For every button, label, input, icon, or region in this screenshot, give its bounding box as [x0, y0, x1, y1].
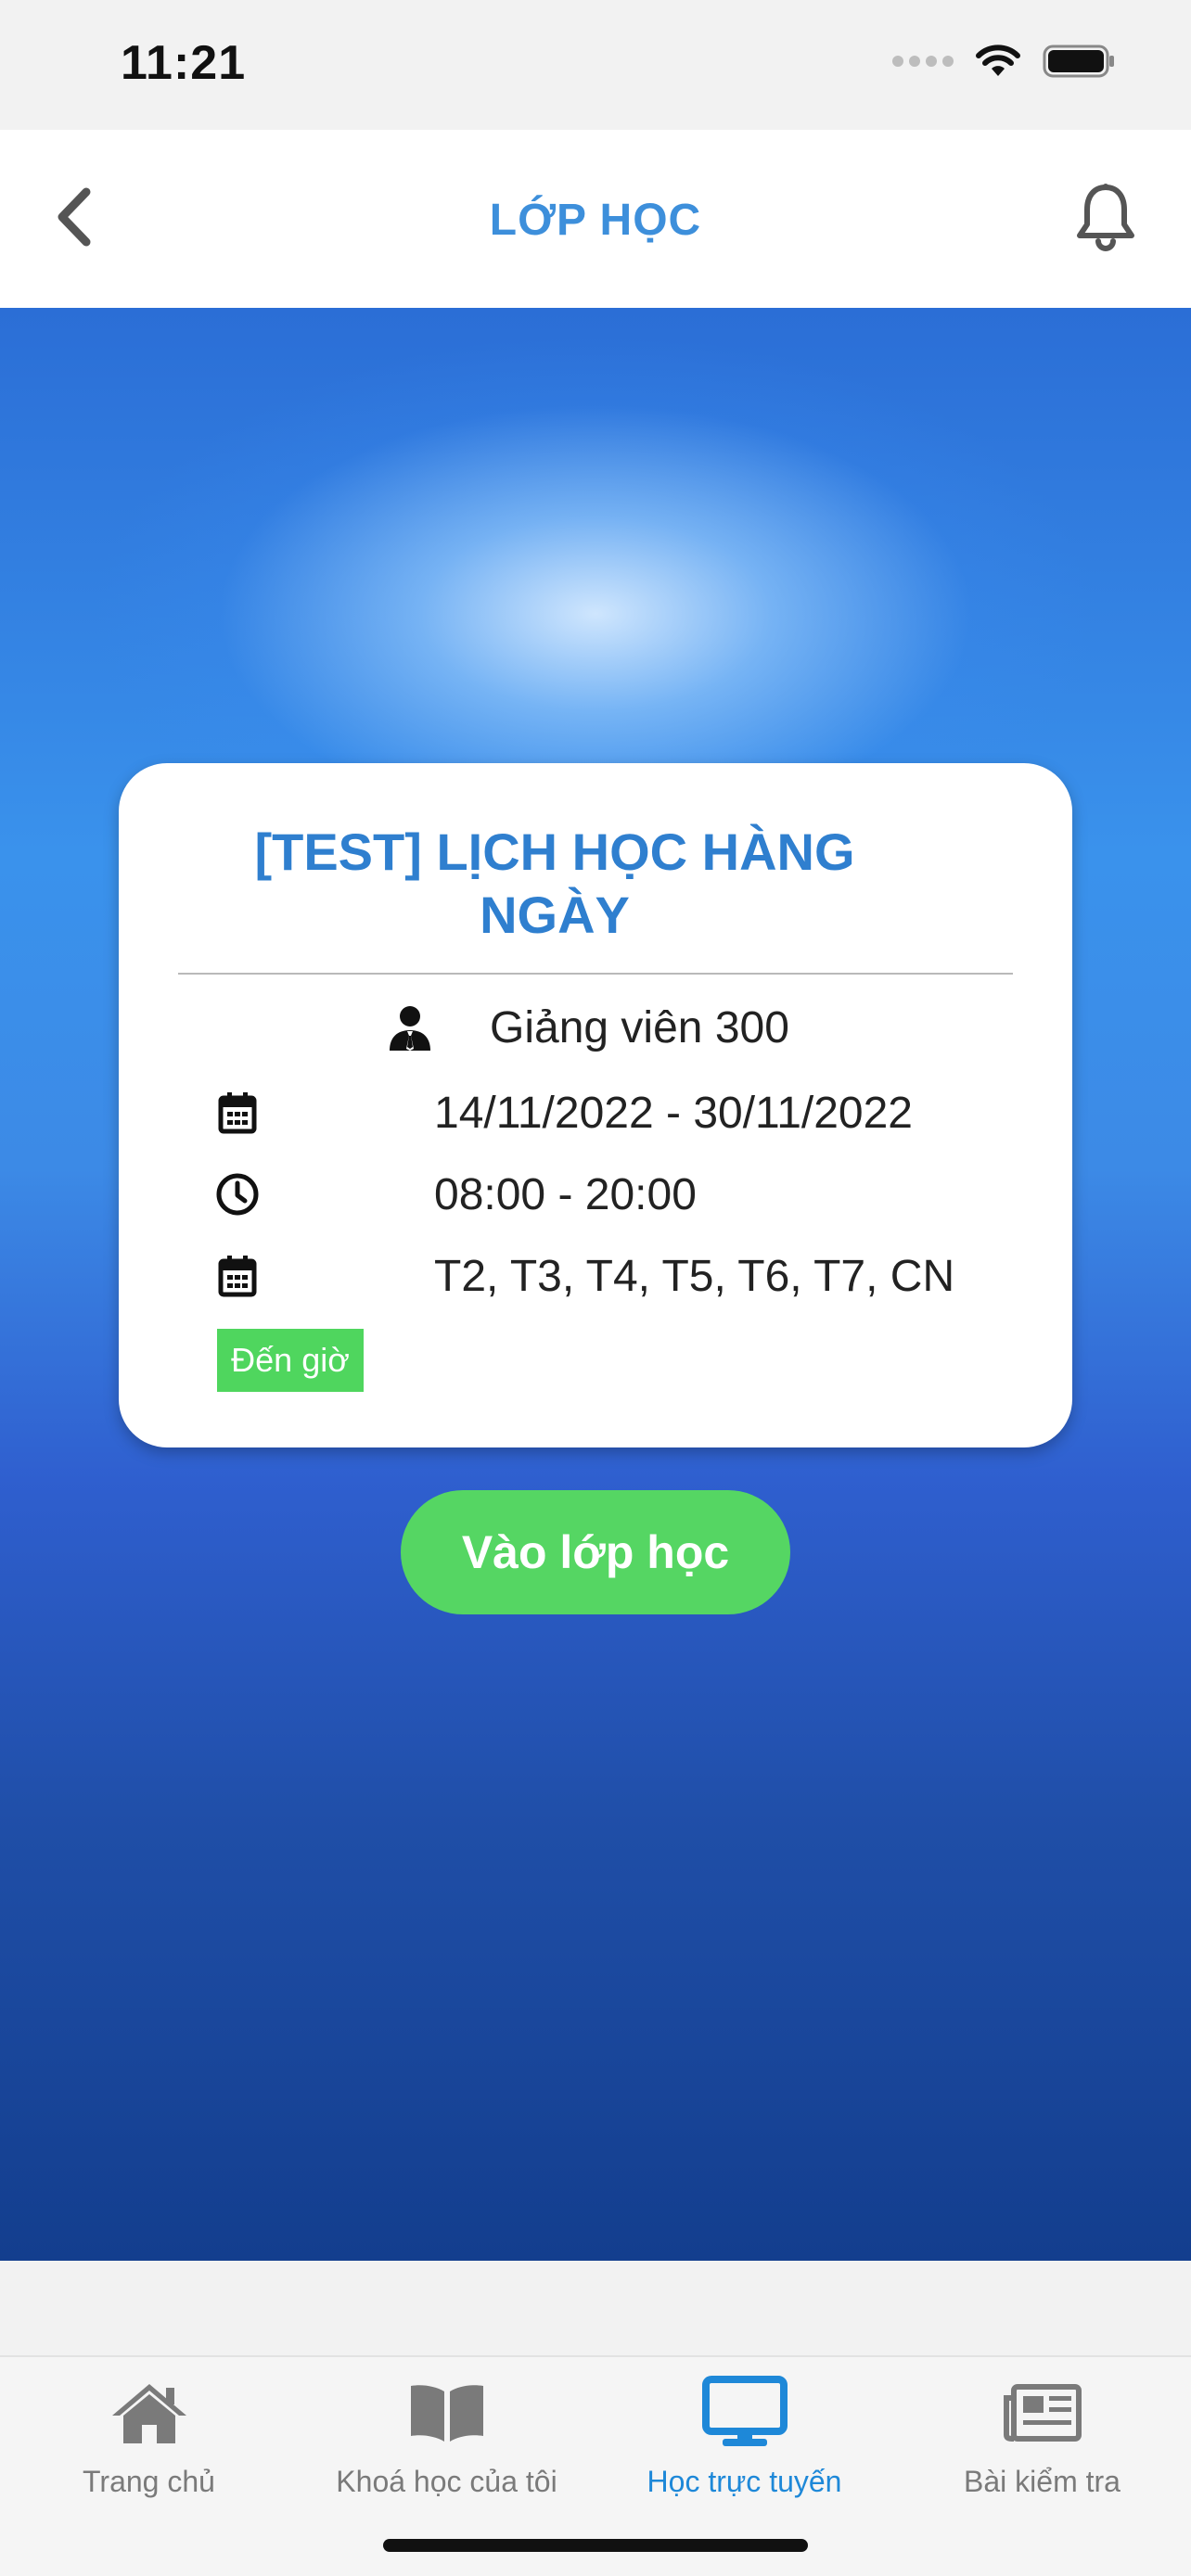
tab-my-courses[interactable]: Khoá học của tôi [298, 2376, 596, 2524]
teacher-row: Giảng viên 300 [119, 995, 1072, 1060]
clock-icon [211, 1168, 263, 1220]
schedule-days-text: T2, T3, T4, T5, T6, T7, CN [434, 1251, 955, 1301]
home-icon [0, 2376, 298, 2450]
wifi-icon [976, 45, 1020, 76]
divider [178, 973, 1013, 975]
battery-icon [1043, 45, 1114, 78]
join-class-button[interactable]: Vào lớp học [401, 1490, 790, 1614]
newspaper-icon [893, 2376, 1191, 2450]
time-range-text: 08:00 - 20:00 [434, 1169, 697, 1219]
status-bar: 11:21 [0, 0, 1191, 130]
tab-my-courses-label: Khoá học của tôi [336, 2465, 557, 2498]
tab-tests[interactable]: Bài kiểm tra [893, 2376, 1191, 2524]
monitor-icon [596, 2376, 893, 2450]
schedule-days-row: T2, T3, T4, T5, T6, T7, CN [211, 1243, 954, 1308]
tab-home-label: Trang chủ [83, 2465, 215, 2498]
calendar-icon [211, 1250, 263, 1302]
class-title: [TEST] LỊCH HỌC HÀNG NGÀY [254, 823, 855, 944]
home-indicator [383, 2539, 808, 2552]
tab-online-learning[interactable]: Học trực tuyến [596, 2376, 893, 2524]
status-indicators [892, 43, 1117, 80]
book-icon [298, 2376, 596, 2450]
time-range-row: 08:00 - 20:00 [211, 1162, 697, 1227]
bell-icon [1077, 184, 1134, 251]
tab-online-learning-label: Học trực tuyến [647, 2465, 842, 2498]
tab-home[interactable]: Trang chủ [0, 2376, 298, 2524]
status-badge: Đến giờ [217, 1329, 364, 1392]
teacher-icon [390, 1006, 430, 1051]
class-info-card: [TEST] LỊCH HỌC HÀNG NGÀY Giảng viên 300… [119, 763, 1072, 1447]
status-time: 11:21 [121, 36, 247, 90]
cellular-signal-icon [892, 56, 954, 67]
top-navigation-bar: LỚP HỌC [0, 130, 1191, 308]
teacher-name: Giảng viên 300 [490, 1003, 789, 1052]
page-title: LỚP HỌC [489, 196, 702, 245]
notification-button[interactable] [1067, 178, 1145, 256]
date-range-row: 14/11/2022 - 30/11/2022 [211, 1080, 913, 1145]
date-range-text: 14/11/2022 - 30/11/2022 [434, 1088, 913, 1138]
tab-tests-label: Bài kiểm tra [964, 2465, 1121, 2498]
calendar-icon [211, 1087, 263, 1139]
